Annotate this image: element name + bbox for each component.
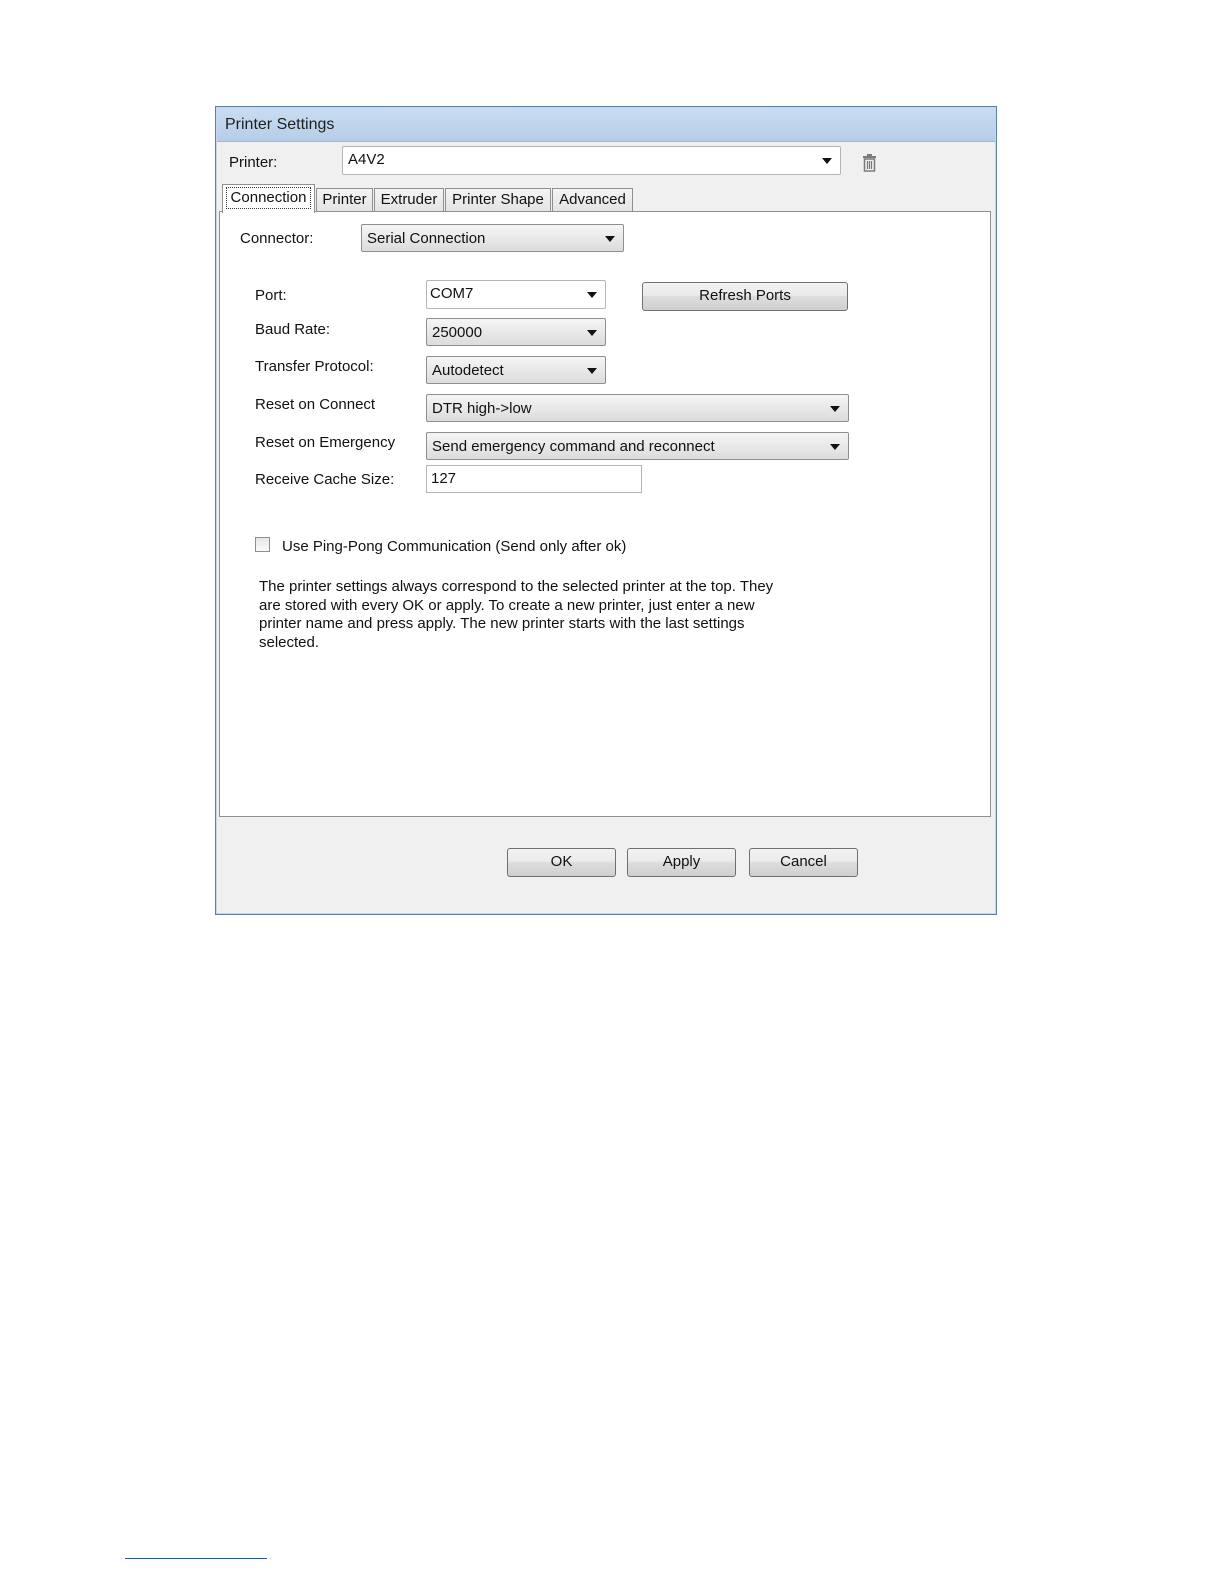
- reset-on-emergency-label: Reset on Emergency: [255, 434, 396, 451]
- port-select-value: COM7: [430, 285, 474, 302]
- chevron-down-icon: [587, 330, 597, 336]
- tab-printer-label: Printer: [322, 191, 367, 208]
- baud-rate-select-value: 250000: [432, 324, 483, 341]
- printer-label: Printer:: [229, 154, 278, 171]
- tab-connection[interactable]: Connection: [222, 184, 315, 213]
- port-select[interactable]: COM7: [426, 280, 606, 309]
- refresh-ports-button[interactable]: Refresh Ports: [642, 282, 848, 311]
- connector-select[interactable]: Serial Connection: [361, 224, 624, 252]
- receive-cache-size-label: Receive Cache Size:: [255, 471, 395, 488]
- reset-on-connect-select-value: DTR high->low: [432, 400, 532, 417]
- printer-settings-dialog: Printer Settings Printer: A4V2 Connectio…: [215, 106, 997, 915]
- baud-rate-label: Baud Rate:: [255, 321, 331, 338]
- cancel-button[interactable]: Cancel: [749, 848, 858, 877]
- tab-advanced[interactable]: Advanced: [552, 188, 633, 212]
- connector-select-value: Serial Connection: [367, 230, 486, 247]
- ping-pong-label[interactable]: Use Ping-Pong Communication (Send only a…: [282, 538, 626, 555]
- reset-on-emergency-select-value: Send emergency command and reconnect: [432, 438, 715, 455]
- baud-rate-select[interactable]: 250000: [426, 318, 606, 346]
- tab-connection-label: Connection: [230, 189, 307, 206]
- receive-cache-size-value: 127: [431, 470, 457, 487]
- chevron-down-icon: [822, 158, 832, 164]
- connector-label: Connector:: [240, 230, 314, 247]
- tab-printer-shape[interactable]: Printer Shape: [445, 188, 551, 212]
- chevron-down-icon: [830, 406, 840, 412]
- info-text: The printer settings always correspond t…: [259, 578, 779, 652]
- info-line: The printer settings always correspond t…: [259, 578, 774, 595]
- port-label: Port:: [255, 287, 287, 304]
- connection-tab-page: Connector: Serial Connection Port: COM7 …: [219, 211, 991, 817]
- printer-select-value: A4V2: [348, 151, 385, 168]
- chevron-down-icon: [587, 292, 597, 298]
- transfer-protocol-label: Transfer Protocol:: [255, 358, 374, 375]
- tab-advanced-label: Advanced: [559, 191, 626, 208]
- transfer-protocol-select[interactable]: Autodetect: [426, 356, 606, 384]
- ok-button[interactable]: OK: [507, 848, 616, 877]
- window-title: Printer Settings: [225, 116, 335, 133]
- info-line: are stored with every OK or apply. To cr…: [259, 596, 755, 614]
- info-line: selected.: [259, 633, 320, 651]
- printer-select[interactable]: A4V2: [342, 146, 841, 175]
- receive-cache-size-input[interactable]: 127: [426, 465, 642, 493]
- tab-printer[interactable]: Printer: [316, 188, 373, 212]
- apply-button[interactable]: Apply: [627, 848, 736, 877]
- reset-on-emergency-select[interactable]: Send emergency command and reconnect: [426, 432, 849, 460]
- ping-pong-checkbox[interactable]: [255, 537, 270, 552]
- chevron-down-icon: [605, 236, 615, 242]
- trash-icon[interactable]: [862, 154, 877, 172]
- transfer-protocol-select-value: Autodetect: [432, 362, 504, 379]
- info-line: printer name and press apply. The new pr…: [259, 615, 745, 632]
- reset-on-connect-label: Reset on Connect: [255, 396, 376, 413]
- chevron-down-icon: [830, 444, 840, 450]
- footnote-separator: [125, 1558, 267, 1559]
- tab-extruder-label: Extruder: [380, 191, 438, 208]
- title-bar[interactable]: Printer Settings: [217, 108, 995, 142]
- tab-extruder[interactable]: Extruder: [374, 188, 444, 212]
- chevron-down-icon: [587, 368, 597, 374]
- reset-on-connect-select[interactable]: DTR high->low: [426, 394, 849, 422]
- tab-printer-shape-label: Printer Shape: [452, 191, 544, 208]
